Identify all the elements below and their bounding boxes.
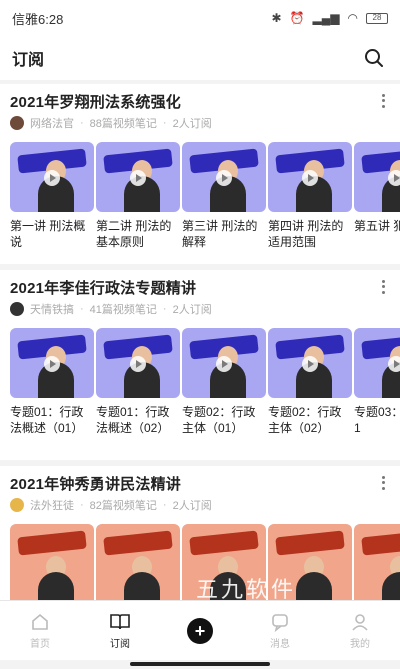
wifi-icon: ◠ <box>347 11 358 25</box>
notes-count: 41篇视频笔记 <box>89 304 157 316</box>
video-card[interactable]: 第二讲 刑法的基本原则 <box>96 142 180 250</box>
notes-count: 88篇视频笔记 <box>89 118 157 130</box>
status-time: 信雅6:28 <box>12 11 64 27</box>
alarm-icon: ⏰ <box>289 11 305 25</box>
profile-icon <box>349 612 371 632</box>
page-header: 订阅 <box>0 36 400 80</box>
video-thumbnail <box>96 524 180 600</box>
video-thumbnail <box>96 328 180 398</box>
author-name: 网络法官 <box>30 118 74 130</box>
section-meta: 法外狂徒 · 82篇视频笔记 · 2人订阅 <box>10 496 390 514</box>
more-options-button[interactable] <box>376 91 390 111</box>
video-thumbnail <box>96 142 180 212</box>
video-title: 专题03：法（01 <box>354 405 400 435</box>
video-card[interactable]: 第四讲 刑法的适用范围 <box>268 142 352 250</box>
video-title: 第一讲 刑法概说 <box>10 219 86 249</box>
home-indicator <box>130 662 270 666</box>
book-icon <box>109 612 131 632</box>
video-card[interactable] <box>96 524 180 600</box>
author-avatar <box>10 302 24 316</box>
video-thumbnail <box>182 328 266 398</box>
video-card[interactable]: 第五讲 犯 <box>354 142 400 250</box>
nav-item-messages[interactable]: 消息 <box>240 601 320 660</box>
status-bar: 信雅6:28 ✱ ⏰ ▂▄▆ ◠ 28 <box>0 0 400 36</box>
search-icon <box>365 49 383 67</box>
more-options-button[interactable] <box>376 277 390 297</box>
page-title: 订阅 <box>12 52 45 69</box>
section-meta: 网络法官 · 88篇视频笔记 · 2人订阅 <box>10 114 390 132</box>
video-thumbnail <box>268 328 352 398</box>
section-meta: 天情铁搞 · 41篇视频笔记 · 2人订阅 <box>10 300 390 318</box>
video-thumbnail <box>354 524 400 600</box>
video-thumbnail <box>182 142 266 212</box>
signal-icon: ▂▄▆ <box>312 11 340 25</box>
video-thumbnail <box>10 328 94 398</box>
author-name: 法外狂徒 <box>30 500 74 512</box>
video-card[interactable]: 专题02：行政主体（01） <box>182 328 266 436</box>
subscription-section: 2021年李佳行政法专题精讲 天情铁搞 · 41篇视频笔记 · 2人订阅 专题0… <box>0 270 400 460</box>
video-title: 第四讲 刑法的适用范围 <box>268 219 344 249</box>
bluetooth-icon: ✱ <box>271 11 282 25</box>
video-thumbnail <box>268 142 352 212</box>
play-icon <box>44 356 60 372</box>
more-options-button[interactable] <box>376 473 390 493</box>
nav-item-profile[interactable]: 我的 <box>320 601 400 660</box>
subscriber-count: 2人订阅 <box>172 118 212 130</box>
section-title[interactable]: 2021年罗翔刑法系统强化 <box>10 91 181 112</box>
nav-label: 我的 <box>350 638 370 650</box>
video-card[interactable]: 专题01：行政法概述（02） <box>96 328 180 436</box>
video-card[interactable]: 专题01：行政法概述（01） <box>10 328 94 436</box>
video-thumbnail <box>10 142 94 212</box>
author-avatar <box>10 498 24 512</box>
play-icon <box>130 170 146 186</box>
video-title: 第五讲 犯 <box>354 219 400 233</box>
play-icon <box>216 356 232 372</box>
message-icon <box>269 612 291 632</box>
section-title[interactable]: 2021年李佳行政法专题精讲 <box>10 277 196 298</box>
battery-icon: 28 <box>366 12 388 24</box>
play-icon <box>388 170 400 186</box>
nav-item-home[interactable]: 首页 <box>0 601 80 660</box>
play-icon <box>216 170 232 186</box>
video-card-list: 第一讲 刑法概说 第二讲 刑法的基本原则 第三讲 刑法的解释 第四讲 刑法的适用… <box>10 142 400 250</box>
video-card[interactable]: 第三讲 刑法的解释 <box>182 142 266 250</box>
play-icon <box>388 356 400 372</box>
video-title: 第二讲 刑法的基本原则 <box>96 219 172 249</box>
author-name: 天情铁搞 <box>30 304 74 316</box>
video-title: 专题02：行政主体（01） <box>182 405 256 435</box>
search-button[interactable] <box>360 44 388 72</box>
nav-label: 订阅 <box>110 638 130 650</box>
play-icon <box>302 356 318 372</box>
play-icon <box>44 170 60 186</box>
video-card[interactable]: 第一讲 刑法概说 <box>10 142 94 250</box>
nav-label: 消息 <box>270 638 290 650</box>
video-thumbnail <box>354 328 400 398</box>
add-icon: + <box>187 617 213 644</box>
subscription-section: 2021年罗翔刑法系统强化 网络法官 · 88篇视频笔记 · 2人订阅 第一讲 … <box>0 84 400 264</box>
play-icon <box>130 356 146 372</box>
video-title: 专题01：行政法概述（01） <box>10 405 84 435</box>
bottom-navigation: 首页 订阅 + 消息 我的 <box>0 600 400 660</box>
nav-label: 首页 <box>30 638 50 650</box>
play-icon <box>302 170 318 186</box>
subscriber-count: 2人订阅 <box>172 500 212 512</box>
status-icons: ✱ ⏰ ▂▄▆ ◠ 28 <box>272 11 388 25</box>
subscriber-count: 2人订阅 <box>172 304 212 316</box>
video-card[interactable]: 专题02：行政主体（02） <box>268 328 352 436</box>
author-avatar <box>10 116 24 130</box>
video-card-list: 专题01：行政法概述（01） 专题01：行政法概述（02） 专题02：行政主体（… <box>10 328 400 436</box>
section-title[interactable]: 2021年钟秀勇讲民法精讲 <box>10 473 181 494</box>
notes-count: 82篇视频笔记 <box>89 500 157 512</box>
nav-item-add[interactable]: + <box>160 601 240 660</box>
video-card[interactable] <box>10 524 94 600</box>
video-thumbnail <box>354 142 400 212</box>
video-card[interactable] <box>354 524 400 600</box>
video-title: 第三讲 刑法的解释 <box>182 219 258 249</box>
nav-item-subscribe[interactable]: 订阅 <box>80 601 160 660</box>
video-title: 专题01：行政法概述（02） <box>96 405 170 435</box>
home-icon <box>29 612 51 632</box>
video-thumbnail <box>10 524 94 600</box>
video-title: 专题02：行政主体（02） <box>268 405 342 435</box>
video-card[interactable]: 专题03：法（01 <box>354 328 400 436</box>
